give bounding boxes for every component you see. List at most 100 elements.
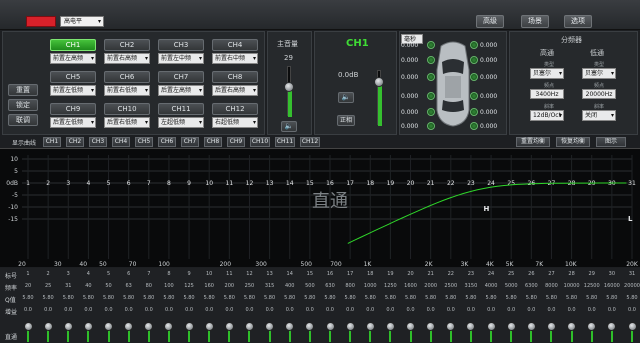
eq-freq-cell[interactable]: 6300 xyxy=(522,283,540,289)
eq-freq-cell[interactable]: 160 xyxy=(200,283,218,289)
eq-gain-cell[interactable]: 0.0 xyxy=(381,307,399,313)
speaker-delay-value[interactable]: 0.000 xyxy=(480,42,497,49)
eq-gain-cell[interactable]: 0.0 xyxy=(79,307,97,313)
channel-button-ch4[interactable]: CH4 xyxy=(212,39,258,51)
highpass-type-select[interactable]: 贝塞尔 xyxy=(530,68,564,79)
eq-gain-knob[interactable] xyxy=(265,322,275,331)
eq-gain-cell[interactable]: 0.0 xyxy=(220,307,238,313)
eq-gain-cell[interactable]: 0.0 xyxy=(39,307,57,313)
eq-gain-cell[interactable]: 0.0 xyxy=(200,307,218,313)
eq-gain-knob[interactable] xyxy=(83,322,93,331)
speaker-delay-value[interactable]: 0.000 xyxy=(401,109,418,116)
eq-gain-knob[interactable] xyxy=(466,322,476,331)
curve-tab-ch10[interactable]: CH10 xyxy=(250,137,270,147)
speaker-delay-value[interactable]: 0.000 xyxy=(480,57,497,64)
eq-gain-knob[interactable] xyxy=(144,322,154,331)
channel-mute-button[interactable]: 🔈 xyxy=(338,92,354,103)
eq-q-cell[interactable]: 5.80 xyxy=(341,295,359,301)
eq-q-cell[interactable]: 5.80 xyxy=(39,295,57,301)
eq-gain-knob[interactable] xyxy=(426,322,436,331)
highpass-slope-select[interactable]: 12dB/Oct xyxy=(530,110,564,121)
curve-tab-ch8[interactable]: CH8 xyxy=(204,137,222,147)
channel-position-select[interactable]: 后置左高频 xyxy=(158,85,204,96)
speaker-icon[interactable] xyxy=(470,73,478,81)
eq-q-cell[interactable]: 5.80 xyxy=(583,295,601,301)
curve-tab-ch9[interactable]: CH9 xyxy=(227,137,245,147)
curve-tab-ch1[interactable]: CH1 xyxy=(43,137,61,147)
speaker-icon[interactable] xyxy=(470,108,478,116)
speaker-icon[interactable] xyxy=(427,41,435,49)
reset-eq-button[interactable]: 重置均衡 xyxy=(516,137,550,147)
eq-gain-cell[interactable]: 0.0 xyxy=(563,307,581,313)
channel-position-select[interactable]: 前置左低频 xyxy=(50,85,96,96)
curve-tab-ch6[interactable]: CH6 xyxy=(158,137,176,147)
eq-q-cell[interactable]: 5.80 xyxy=(502,295,520,301)
eq-gain-cell[interactable]: 0.0 xyxy=(321,307,339,313)
eq-freq-cell[interactable]: 1600 xyxy=(402,283,420,289)
speaker-icon[interactable] xyxy=(427,56,435,64)
speaker-icon[interactable] xyxy=(470,92,478,100)
eq-freq-cell[interactable]: 50 xyxy=(100,283,118,289)
eq-gain-knob[interactable] xyxy=(385,322,395,331)
curve-tab-ch2[interactable]: CH2 xyxy=(66,137,84,147)
eq-freq-cell[interactable]: 25 xyxy=(39,283,57,289)
eq-q-cell[interactable]: 5.80 xyxy=(301,295,319,301)
eq-gain-cell[interactable]: 0.0 xyxy=(281,307,299,313)
eq-freq-cell[interactable]: 31 xyxy=(59,283,77,289)
eq-q-cell[interactable]: 5.80 xyxy=(402,295,420,301)
channel-button-ch9[interactable]: CH9 xyxy=(50,103,96,115)
speaker-delay-value[interactable]: 0.000 xyxy=(401,74,418,81)
eq-freq-cell[interactable]: 400 xyxy=(281,283,299,289)
curve-tab-ch3[interactable]: CH3 xyxy=(89,137,107,147)
eq-freq-cell[interactable]: 5000 xyxy=(502,283,520,289)
channel-position-select[interactable]: 后置右高频 xyxy=(212,85,258,96)
eq-freq-cell[interactable]: 800 xyxy=(341,283,359,289)
eq-gain-knob[interactable] xyxy=(244,322,254,331)
eq-gain-cell[interactable]: 0.0 xyxy=(482,307,500,313)
eq-gain-cell[interactable]: 0.0 xyxy=(261,307,279,313)
eq-gain-knob[interactable] xyxy=(104,322,114,331)
eq-q-cell[interactable]: 5.80 xyxy=(603,295,621,301)
eq-freq-cell[interactable]: 2000 xyxy=(422,283,440,289)
channel-button-ch8[interactable]: CH8 xyxy=(212,71,258,83)
eq-freq-cell[interactable]: 630 xyxy=(321,283,339,289)
channel-position-select[interactable]: 左超低频 xyxy=(158,117,204,128)
eq-gain-knob[interactable] xyxy=(365,322,375,331)
channel-position-select[interactable]: 前置右低频 xyxy=(104,85,150,96)
eq-gain-cell[interactable]: 0.0 xyxy=(442,307,460,313)
speaker-delay-value[interactable]: 0.000 xyxy=(480,123,497,130)
phase-button[interactable]: 正相 xyxy=(337,115,355,126)
speaker-icon[interactable] xyxy=(427,92,435,100)
channel-button-ch2[interactable]: CH2 xyxy=(104,39,150,51)
channel-position-select[interactable]: 前置左中频 xyxy=(158,53,204,64)
eq-q-cell[interactable]: 5.80 xyxy=(79,295,97,301)
eq-q-cell[interactable]: 5.80 xyxy=(623,295,640,301)
eq-gain-knob[interactable] xyxy=(526,322,536,331)
eq-gain-knob[interactable] xyxy=(587,322,597,331)
eq-gain-cell[interactable]: 0.0 xyxy=(19,307,37,313)
eq-gain-cell[interactable]: 0.0 xyxy=(100,307,118,313)
input-level-select[interactable]: 高电平 xyxy=(60,16,104,27)
eq-q-cell[interactable]: 5.80 xyxy=(160,295,178,301)
eq-gain-knob[interactable] xyxy=(546,322,556,331)
eq-gain-cell[interactable]: 0.0 xyxy=(341,307,359,313)
eq-q-cell[interactable]: 5.80 xyxy=(281,295,299,301)
eq-freq-cell[interactable]: 125 xyxy=(180,283,198,289)
eq-freq-cell[interactable]: 500 xyxy=(301,283,319,289)
eq-freq-cell[interactable]: 12500 xyxy=(583,283,601,289)
eq-freq-cell[interactable]: 80 xyxy=(140,283,158,289)
eq-freq-cell[interactable]: 3150 xyxy=(462,283,480,289)
eq-freq-cell[interactable]: 20000 xyxy=(623,283,640,289)
speaker-icon[interactable] xyxy=(427,108,435,116)
reset-button[interactable]: 重置 xyxy=(8,84,38,96)
eq-q-cell[interactable]: 5.80 xyxy=(422,295,440,301)
speaker-delay-value[interactable]: 0.000 xyxy=(480,109,497,116)
eq-q-cell[interactable]: 5.80 xyxy=(220,295,238,301)
speaker-delay-value[interactable]: 0.000 xyxy=(401,93,418,100)
eq-q-cell[interactable]: 5.80 xyxy=(240,295,258,301)
eq-freq-cell[interactable]: 250 xyxy=(240,283,258,289)
channel-button-ch12[interactable]: CH12 xyxy=(212,103,258,115)
channel-position-select[interactable]: 前置右中频 xyxy=(212,53,258,64)
eq-freq-cell[interactable]: 8000 xyxy=(542,283,560,289)
speaker-delay-value[interactable]: 0.000 xyxy=(480,74,497,81)
